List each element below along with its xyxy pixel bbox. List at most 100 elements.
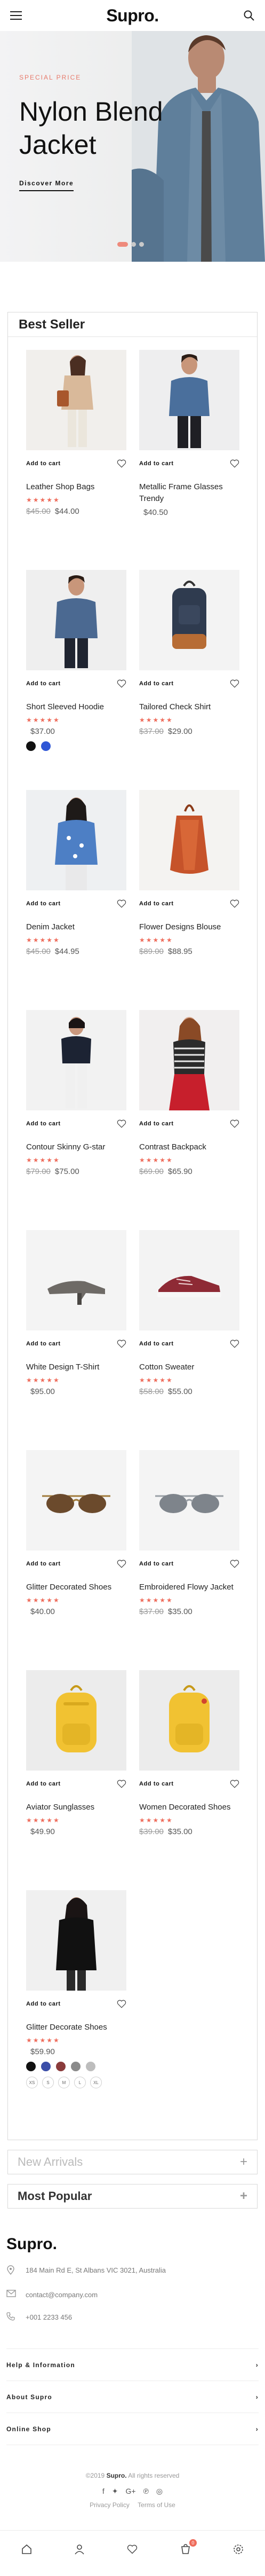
heart-icon[interactable] xyxy=(117,459,126,468)
footer-link-help[interactable]: Help & Information › xyxy=(6,2349,259,2381)
product-card[interactable]: Add to cart Flower Designs Blouse ★★★★★ … xyxy=(139,790,239,994)
product-image[interactable] xyxy=(139,350,239,450)
add-to-cart-button[interactable]: Add to cart xyxy=(139,1781,174,1787)
discover-more-link[interactable]: Discover More xyxy=(19,179,74,191)
product-name[interactable]: Leather Shop Bags xyxy=(26,481,126,493)
heart-icon[interactable] xyxy=(230,1119,239,1129)
twitter-icon[interactable]: ✦ xyxy=(112,2487,118,2496)
instagram-icon[interactable]: ◎ xyxy=(156,2487,163,2496)
product-name[interactable]: Glitter Decorate Shoes xyxy=(26,2022,126,2033)
product-name[interactable]: White Design T-Shirt xyxy=(26,1361,126,1373)
new-arrivals-section[interactable]: New Arrivals + xyxy=(7,2150,258,2174)
privacy-link[interactable]: Privacy Policy xyxy=(90,2501,130,2509)
add-to-cart-button[interactable]: Add to cart xyxy=(139,901,174,907)
size-option[interactable]: M xyxy=(58,2077,70,2088)
color-swatch[interactable] xyxy=(56,2062,66,2071)
slide-dot[interactable] xyxy=(131,242,136,247)
product-card[interactable]: Add to cart Leather Shop Bags ★★★★★ $45.… xyxy=(26,350,126,554)
product-card[interactable]: Add to cart Contrast Backpack ★★★★★ $69.… xyxy=(139,1010,239,1214)
product-image[interactable] xyxy=(139,790,239,890)
product-image[interactable] xyxy=(26,1450,126,1551)
size-option[interactable]: XL xyxy=(90,2077,102,2088)
slide-dot[interactable] xyxy=(139,242,144,247)
product-image[interactable] xyxy=(26,790,126,890)
product-image[interactable] xyxy=(139,1670,239,1771)
heart-icon[interactable] xyxy=(230,1339,239,1349)
product-name[interactable]: Contrast Backpack xyxy=(139,1141,239,1153)
heart-icon[interactable] xyxy=(230,679,239,688)
heart-icon[interactable] xyxy=(230,1779,239,1789)
product-card[interactable]: Add to cart Glitter Decorate Shoes ★★★★★… xyxy=(26,1890,126,2124)
heart-icon[interactable] xyxy=(117,899,126,909)
product-image[interactable] xyxy=(26,1010,126,1110)
add-to-cart-button[interactable]: Add to cart xyxy=(139,1561,174,1567)
add-to-cart-button[interactable]: Add to cart xyxy=(139,1341,174,1347)
add-to-cart-button[interactable]: Add to cart xyxy=(139,460,174,467)
product-card[interactable]: Add to cart Metallic Frame Glasses Trend… xyxy=(139,350,239,554)
wishlist-icon[interactable] xyxy=(124,2541,140,2557)
product-name[interactable]: Cotton Sweater xyxy=(139,1361,239,1373)
product-name[interactable]: Tailored Check Shirt xyxy=(139,701,239,713)
product-card[interactable]: Add to cart Denim Jacket ★★★★★ $45.00 $44… xyxy=(26,790,126,994)
product-image[interactable] xyxy=(139,1450,239,1551)
product-card[interactable]: Add to cart Glitter Decorated Shoes ★★★★… xyxy=(26,1450,126,1654)
heart-icon[interactable] xyxy=(117,1779,126,1789)
product-name[interactable]: Short Sleeved Hoodie xyxy=(26,701,126,713)
product-name[interactable]: Contour Skinny G-star xyxy=(26,1141,126,1153)
heart-icon[interactable] xyxy=(117,1999,126,2009)
cart-icon[interactable]: 0 xyxy=(178,2539,197,2557)
product-name[interactable]: Metallic Frame Glasses Trendy xyxy=(139,481,239,505)
product-name[interactable]: Aviator Sunglasses xyxy=(26,1802,126,1813)
heart-icon[interactable] xyxy=(117,1559,126,1569)
product-card[interactable]: Add to cart Aviator Sunglasses ★★★★★ $49… xyxy=(26,1670,126,1874)
heart-icon[interactable] xyxy=(230,899,239,909)
product-name[interactable]: Glitter Decorated Shoes xyxy=(26,1581,126,1593)
plus-icon[interactable]: + xyxy=(240,2155,247,2170)
heart-icon[interactable] xyxy=(230,1559,239,1569)
heart-icon[interactable] xyxy=(117,1119,126,1129)
product-card[interactable]: Add to cart Cotton Sweater ★★★★★ $58.00 $… xyxy=(139,1230,239,1434)
pinterest-icon[interactable]: ℗ xyxy=(143,2487,149,2496)
plus-icon[interactable]: + xyxy=(240,2189,247,2204)
product-card[interactable]: Add to cart Contour Skinny G-star ★★★★★ … xyxy=(26,1010,126,1214)
terms-link[interactable]: Terms of Use xyxy=(138,2501,175,2509)
product-image[interactable] xyxy=(139,1010,239,1110)
settings-icon[interactable] xyxy=(230,2541,246,2557)
phone-link[interactable]: +001 2233 456 xyxy=(26,2312,72,2324)
heart-icon[interactable] xyxy=(117,1339,126,1349)
add-to-cart-button[interactable]: Add to cart xyxy=(26,2001,61,2007)
add-to-cart-button[interactable]: Add to cart xyxy=(26,901,61,907)
color-swatch[interactable] xyxy=(41,2062,51,2071)
product-name[interactable]: Embroidered Flowy Jacket xyxy=(139,1581,239,1593)
product-image[interactable] xyxy=(26,350,126,450)
footer-logo[interactable]: Supro. xyxy=(6,2235,259,2253)
product-card[interactable]: Add to cart White Design T-Shirt ★★★★★ $… xyxy=(26,1230,126,1434)
footer-link-shop[interactable]: Online Shop › xyxy=(6,2413,259,2445)
product-card[interactable]: Add to cart Women Decorated Shoes ★★★★★ … xyxy=(139,1670,239,1874)
slide-dot[interactable] xyxy=(117,242,128,247)
add-to-cart-button[interactable]: Add to cart xyxy=(139,1121,174,1127)
heart-icon[interactable] xyxy=(117,679,126,688)
product-name[interactable]: Denim Jacket xyxy=(26,921,126,933)
product-name[interactable]: Women Decorated Shoes xyxy=(139,1802,239,1813)
product-image[interactable] xyxy=(26,1670,126,1771)
heart-icon[interactable] xyxy=(230,459,239,468)
product-card[interactable]: Add to cart Tailored Check Shirt ★★★★★ $… xyxy=(139,570,239,774)
add-to-cart-button[interactable]: Add to cart xyxy=(26,460,61,467)
color-swatch[interactable] xyxy=(41,741,51,751)
product-image[interactable] xyxy=(139,1230,239,1330)
search-icon[interactable] xyxy=(243,9,255,22)
size-option[interactable]: S xyxy=(42,2077,54,2088)
add-to-cart-button[interactable]: Add to cart xyxy=(26,1561,61,1567)
product-card[interactable]: Add to cart Short Sleeved Hoodie ★★★★★ $… xyxy=(26,570,126,774)
product-image[interactable] xyxy=(26,1230,126,1330)
most-popular-section[interactable]: Most Popular + xyxy=(7,2184,258,2209)
footer-link-about[interactable]: About Supro › xyxy=(6,2381,259,2413)
color-swatch[interactable] xyxy=(86,2062,95,2071)
facebook-icon[interactable]: f xyxy=(102,2487,105,2496)
product-name[interactable]: Flower Designs Blouse xyxy=(139,921,239,933)
add-to-cart-button[interactable]: Add to cart xyxy=(26,1781,61,1787)
hamburger-icon[interactable] xyxy=(10,9,22,22)
google-plus-icon[interactable]: G+ xyxy=(126,2487,136,2496)
color-swatch[interactable] xyxy=(26,741,36,751)
